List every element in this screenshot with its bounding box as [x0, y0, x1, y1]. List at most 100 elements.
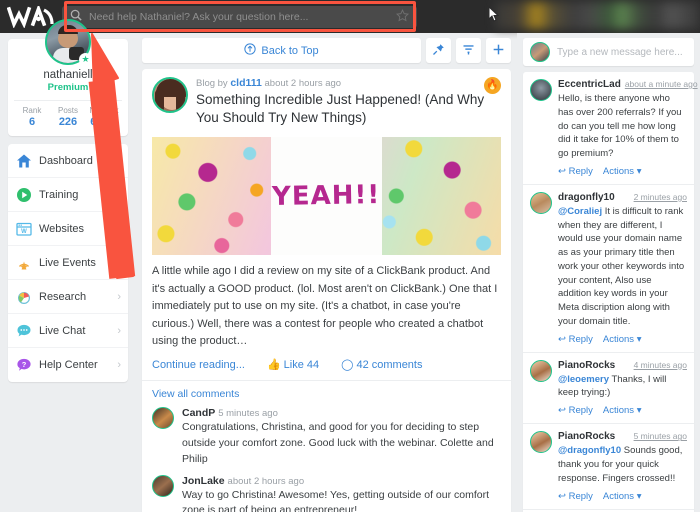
flame-icon: 🔥	[484, 77, 501, 94]
comment-time: 5 minutes ago	[218, 408, 278, 420]
chat-actions: ↩ Reply Actions ▾	[558, 166, 687, 177]
left-sidebar: ★ nathaniell Premium Rank 6 Posts 226 Ne…	[0, 19, 136, 512]
back-to-top-label: Back to Top	[261, 44, 319, 57]
filter-button[interactable]	[456, 38, 481, 63]
chat-mention[interactable]: @dragonfly10	[558, 445, 621, 456]
stat-rank: Rank 6	[14, 106, 50, 128]
reply-button[interactable]: ↩ Reply	[558, 405, 593, 416]
reply-button[interactable]: ↩ Reply	[558, 166, 593, 177]
chevron-right-icon: ›	[117, 290, 121, 303]
chevron-right-icon: ›	[117, 324, 121, 337]
comments-button[interactable]: ◯ 42 comments	[341, 358, 422, 371]
actions-button[interactable]: Actions ▾	[603, 491, 642, 502]
website-icon: W	[15, 220, 32, 237]
profile-avatar-wrap[interactable]: ★	[45, 19, 92, 66]
comment-text: Way to go Christina! Awesome! Yes, getti…	[182, 488, 489, 512]
post-time: about 2 hours ago	[264, 78, 342, 89]
stat-label: Posts	[57, 106, 78, 115]
play-icon	[15, 186, 32, 203]
post-card: Blog by cld111 about 2 hours ago Somethi…	[142, 69, 511, 512]
chat-avatar[interactable]	[530, 79, 552, 101]
sidebar-item-label: Research	[39, 290, 87, 303]
chat-text: Hello, is there anyone who has over 200 …	[558, 92, 687, 161]
post-actions: Continue reading... 👍 Like 44 ◯ 42 comment…	[142, 350, 511, 380]
current-user-avatar[interactable]	[530, 42, 550, 62]
add-post-button[interactable]	[486, 38, 511, 63]
comment-avatar[interactable]	[152, 474, 174, 497]
chat-avatar[interactable]	[530, 191, 552, 214]
chat-mention[interactable]: @leoemery	[558, 374, 609, 385]
view-all-comments-link[interactable]: View all comments	[152, 388, 501, 400]
sidebar-item-dashboard[interactable]: Dashboard	[8, 144, 128, 178]
chat-author[interactable]: EccentricLad	[558, 79, 621, 90]
sidebar-item-label: Training	[39, 188, 79, 201]
comment-header: CandP 5 minutes ago	[182, 407, 501, 419]
actions-label: Actions	[602, 490, 635, 502]
post-byline-prefix: Blog by	[196, 78, 228, 89]
chat-actions: ↩ Reply Actions ▾	[558, 491, 687, 502]
feed-toolbar: Back to Top	[142, 38, 511, 63]
chat-author[interactable]: PianoRocks	[558, 360, 615, 371]
new-message-composer	[523, 38, 694, 66]
sidebar-item-live-chat[interactable]: Live Chat ›	[8, 314, 128, 348]
home-icon	[15, 152, 32, 169]
back-to-top-button[interactable]: Back to Top	[142, 38, 421, 63]
thumbs-up-icon: 👍	[266, 359, 281, 372]
star-icon[interactable]	[395, 8, 410, 25]
actions-label: Actions	[602, 165, 635, 177]
post-author-avatar[interactable]	[152, 77, 188, 113]
sidebar-item-label: Help Center	[39, 359, 98, 371]
actions-button[interactable]: Actions ▾	[603, 334, 642, 345]
reply-button[interactable]: ↩ Reply	[558, 491, 593, 502]
like-button[interactable]: 👍 Like 44	[267, 358, 319, 371]
actions-button[interactable]: Actions ▾	[603, 166, 642, 177]
mouse-cursor-icon	[488, 5, 500, 25]
comment-time: about 2 hours ago	[227, 475, 305, 487]
comment-author[interactable]: CandP	[182, 407, 215, 419]
sidebar-item-websites[interactable]: W Websites ›	[8, 212, 128, 246]
chat-avatar[interactable]	[530, 359, 552, 382]
chat-body: Hello, is there anyone who has over 200 …	[558, 93, 682, 160]
sidebar-item-training[interactable]: Training ›	[8, 178, 128, 212]
filter-icon	[462, 43, 475, 59]
chat-message-list: EccentricLad about a minute ago Hello, i…	[523, 72, 698, 512]
new-message-input[interactable]	[557, 46, 689, 58]
stat-label: Rank	[22, 106, 42, 115]
comments-section: View all comments CandP 5 minutes ago Co…	[142, 380, 511, 512]
post-hero-image: YEAH!!	[152, 137, 501, 256]
comment-text: Congratulations, Christina, and good for…	[182, 421, 494, 465]
like-label: Like 44	[283, 359, 320, 372]
actions-button[interactable]: Actions ▾	[603, 405, 642, 416]
chat-mention[interactable]: @Coraliej	[558, 206, 602, 217]
sidebar-item-label: Dashboard	[39, 154, 93, 167]
stat-network: Network 63.1k	[86, 106, 122, 128]
chat-author[interactable]: dragonfly10	[558, 192, 615, 203]
hero-text: YEAH!!	[272, 180, 381, 213]
reply-label: Reply	[568, 490, 593, 502]
chat-message: PianoRocks 5 minutes ago @dragonfly10 So…	[523, 424, 694, 510]
reply-button[interactable]: ↩ Reply	[558, 334, 593, 345]
svg-text:W: W	[21, 229, 27, 235]
comment-avatar[interactable]	[152, 407, 174, 430]
post-title[interactable]: Something Incredible Just Happened! (And…	[196, 91, 501, 127]
sidebar-item-help-center[interactable]: ? Help Center ›	[8, 348, 128, 382]
global-search[interactable]	[62, 5, 417, 28]
main-feed: Back to Top Blog by cld111 about 2 hours…	[136, 33, 517, 512]
post-byline: Blog by cld111 about 2 hours ago	[196, 77, 501, 89]
profile-username: nathaniell	[43, 69, 93, 81]
chat-actions: ↩ Reply Actions ▾	[558, 405, 687, 416]
top-bar	[0, 0, 700, 33]
comment-author[interactable]: JonLake	[182, 475, 225, 487]
sidebar-item-live-events[interactable]: Live Events ›	[8, 246, 128, 280]
stat-value: 226	[58, 116, 78, 128]
pin-button[interactable]	[426, 38, 451, 63]
post-author[interactable]: cld111	[230, 77, 262, 89]
arrow-up-circle-icon	[244, 43, 257, 58]
search-input[interactable]	[89, 10, 389, 23]
chat-time: 4 minutes ago	[633, 359, 687, 370]
continue-reading-link[interactable]: Continue reading...	[152, 359, 245, 371]
chat-avatar[interactable]	[530, 431, 552, 454]
chat-message: EccentricLad about a minute ago Hello, i…	[523, 72, 698, 185]
chat-author[interactable]: PianoRocks	[558, 431, 615, 442]
sidebar-item-research[interactable]: Research ›	[8, 280, 128, 314]
